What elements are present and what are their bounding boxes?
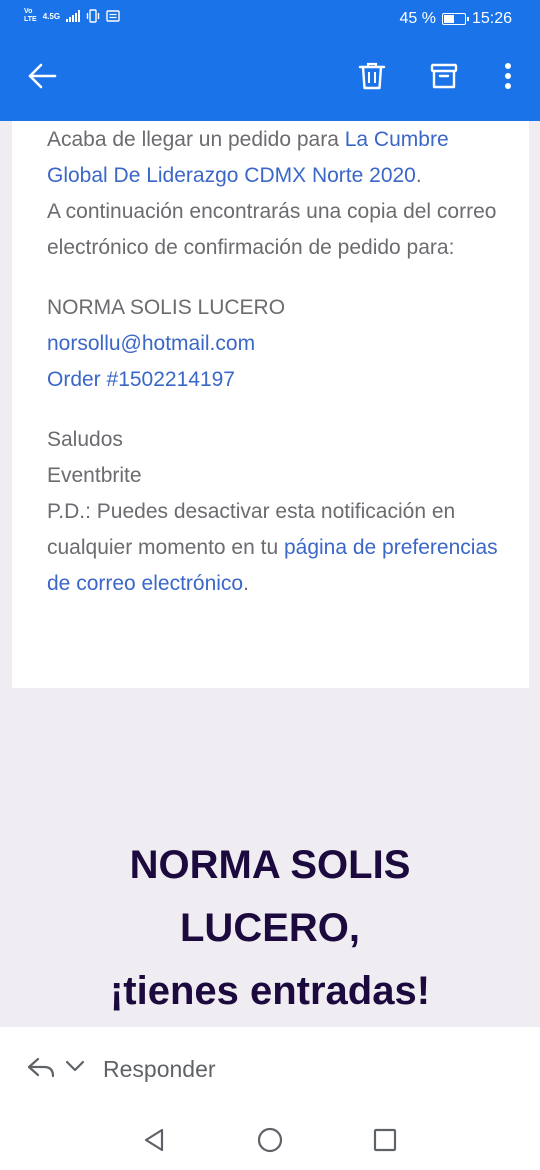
intro-line2: A continuación encontrarás una copia del…	[47, 200, 497, 259]
more-vert-icon	[505, 63, 511, 89]
chevron-down-icon[interactable]	[65, 1059, 85, 1073]
circle-home-icon	[257, 1127, 283, 1153]
status-left: Vo LTE 4.5G	[24, 8, 120, 24]
reply-button[interactable]: Responder	[103, 1056, 216, 1083]
network-type: 4.5G	[42, 11, 61, 21]
arrow-back-icon	[28, 63, 57, 89]
square-recents-icon	[373, 1128, 397, 1152]
headline-line-1: NORMA SOLIS	[129, 843, 411, 887]
archive-button[interactable]	[424, 56, 464, 96]
order-link[interactable]: Order #1502214197	[47, 368, 235, 391]
headline-line-3: ¡tienes entradas!	[109, 969, 431, 1013]
archive-icon	[430, 63, 458, 89]
buyer-block: NORMA SOLIS LUCERO norsollu@hotmail.com …	[47, 290, 507, 398]
nav-back-button[interactable]	[140, 1125, 170, 1155]
ticket-headline: NORMA SOLIS LUCERO, ¡tienes entradas!	[0, 834, 540, 1023]
status-right: 45 % 15:26	[399, 10, 512, 28]
vibrate-icon	[86, 9, 100, 23]
delete-button[interactable]	[352, 56, 392, 96]
nav-home-button[interactable]	[255, 1125, 285, 1155]
intro-text: Acaba de llegar un pedido para	[47, 128, 345, 151]
intro-paragraph: Acaba de llegar un pedido para La Cumbre…	[47, 122, 507, 266]
battery-icon	[441, 13, 469, 25]
buyer-email-link[interactable]: norsollu@hotmail.com	[47, 332, 255, 355]
headline-line-2: LUCERO,	[180, 906, 360, 950]
battery-percent: 45 %	[399, 10, 436, 27]
system-nav-bar	[0, 1111, 540, 1170]
reply-icon[interactable]	[26, 1057, 56, 1079]
status-bar: Vo LTE 4.5G 45 % 15:26	[0, 0, 540, 38]
nav-recents-button[interactable]	[370, 1125, 400, 1155]
message-icon	[106, 10, 120, 22]
greeting: Saludos	[47, 428, 123, 451]
triangle-back-icon	[144, 1128, 164, 1152]
email-body: Acaba de llegar un pedido para La Cumbre…	[47, 122, 507, 602]
trash-icon	[358, 62, 386, 90]
volte-indicator: Vo LTE	[24, 8, 37, 23]
ps-suffix: .	[243, 572, 249, 595]
more-options-button[interactable]	[488, 56, 528, 96]
buyer-name: NORMA SOLIS LUCERO	[47, 296, 286, 319]
signoff-block: Saludos Eventbrite P.D.: Puedes desactiv…	[47, 422, 507, 602]
battery-fill	[443, 15, 454, 23]
signal-icon	[66, 10, 81, 22]
app-bar	[0, 38, 540, 121]
intro-suffix: .	[415, 164, 422, 187]
clock: 15:26	[471, 10, 512, 27]
back-button[interactable]	[22, 56, 62, 96]
reply-bar: Responder	[0, 1027, 540, 1111]
sender-name: Eventbrite	[47, 464, 142, 487]
